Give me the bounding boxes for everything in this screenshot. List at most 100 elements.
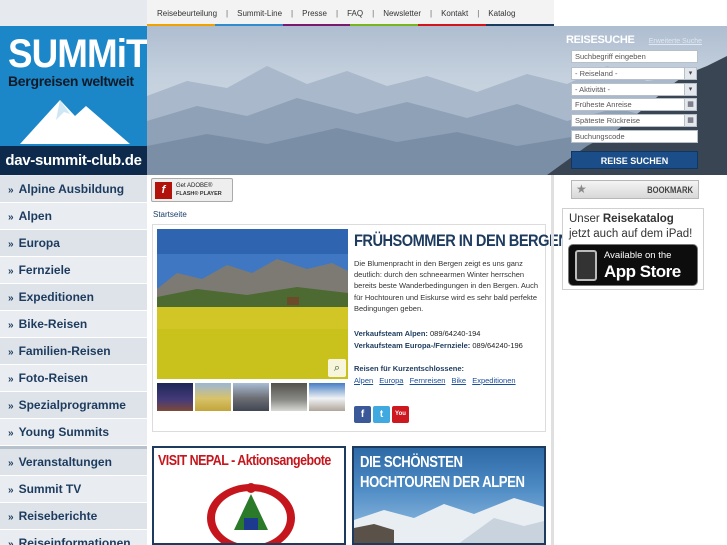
thumbnail-image[interactable] <box>157 383 193 411</box>
facebook-icon[interactable]: f <box>354 406 371 423</box>
link-bike[interactable]: Bike <box>452 376 467 385</box>
latest-return-input[interactable]: Späteste Rückreise <box>571 114 688 127</box>
summit-logo[interactable]: SUMMiT Bergreisen weltweit dav-summit-cl… <box>0 26 147 175</box>
twitter-icon[interactable]: t <box>373 406 390 423</box>
link-fernreisen[interactable]: Fernreisen <box>410 376 446 385</box>
flash-line1: Get ADOBE® <box>176 183 213 189</box>
sidebar-item-bike-reisen[interactable]: » Bike-Reisen <box>0 311 147 338</box>
sidebar-item-foto-reisen[interactable]: » Foto-Reisen <box>0 365 147 392</box>
chevron-right-icon: » <box>8 239 14 250</box>
short-notice-title: Reisen für Kurzentschlossene: <box>354 364 465 373</box>
calendar-icon[interactable]: ▦ <box>684 114 697 127</box>
sales-team-alpen-phone: 089/64240-194 <box>430 329 481 338</box>
sidebar-item-label: Foto-Reisen <box>18 371 88 385</box>
top-nav: Reisebeurteilung | Summit-Line | Presse … <box>147 0 554 26</box>
chevron-right-icon: » <box>8 293 14 304</box>
flash-icon: f <box>155 182 172 199</box>
sidebar-item-expeditionen[interactable]: » Expeditionen <box>0 284 147 311</box>
sidebar-item-label: Reiseinformationen <box>18 536 131 545</box>
sidebar-nav: » Alpine Ausbildung » Alpen » Europa » Fernz… <box>0 176 147 545</box>
link-alpen[interactable]: Alpen <box>354 376 373 385</box>
sidebar-item-fernziele[interactable]: » Fernziele <box>0 257 147 284</box>
sidebar-item-alpine-ausbildung[interactable]: » Alpine Ausbildung <box>0 176 147 203</box>
topnav-separator: | <box>226 8 229 18</box>
column-divider <box>551 175 554 545</box>
sidebar-item-label: Expeditionen <box>18 290 94 304</box>
sales-team-europa: Verkaufsteam Europa-/Fernziele: 089/6424… <box>354 341 523 350</box>
thumbnail-image[interactable] <box>271 383 307 411</box>
earliest-arrival-input[interactable]: Früheste Anreise <box>571 98 688 111</box>
youtube-icon[interactable]: You <box>392 406 409 423</box>
booking-code-input[interactable]: Buchungscode <box>571 130 698 143</box>
nepal-banner-title: VISIT NEPAL - Aktionsangebote <box>158 452 331 469</box>
chevron-right-icon: » <box>8 539 14 545</box>
thumbnail-image[interactable] <box>195 383 231 411</box>
appstore-line2: App Store <box>604 262 681 281</box>
topnav-katalog[interactable]: Katalog <box>488 9 515 18</box>
sidebar-item-young-summits[interactable]: » Young Summits <box>0 419 147 446</box>
advanced-search-link[interactable]: Erweiterte Suche <box>649 38 702 45</box>
alpine-tours-banner[interactable]: DIE SCHÖNSTEN HOCHTOUREN DER ALPEN <box>352 446 546 545</box>
sidebar-item-spezialprogramme[interactable]: » Spezialprogramme <box>0 392 147 419</box>
topnav-reisebeurteilung[interactable]: Reisebeurteilung <box>157 9 217 18</box>
topnav-newsletter[interactable]: Newsletter <box>383 9 421 18</box>
sidebar-item-europa[interactable]: » Europa <box>0 230 147 257</box>
zoom-icon[interactable]: ⌕ <box>328 359 346 377</box>
topnav-separator: | <box>429 8 433 18</box>
topnav-separator: | <box>291 8 294 18</box>
catalog-headline: Unser Reisekatalog <box>569 213 674 225</box>
app-store-badge[interactable]: Available on the App Store <box>568 244 698 286</box>
topnav-kontakt[interactable]: Kontakt <box>441 9 468 18</box>
sidebar-item-familien-reisen[interactable]: » Familien-Reisen <box>0 338 147 365</box>
chevron-right-icon: » <box>8 266 14 277</box>
link-europa[interactable]: Europa <box>379 376 403 385</box>
sidebar-item-label: Alpen <box>18 209 52 223</box>
sidebar-item-summit-tv[interactable]: » Summit TV <box>0 476 147 503</box>
chevron-right-icon: » <box>8 347 14 358</box>
catalog-subline: jetzt auch auf dem iPad! <box>569 228 693 240</box>
topnav-summit-line[interactable]: Summit-Line <box>237 9 282 18</box>
sidebar-item-label: Young Summits <box>18 425 110 439</box>
topnav-faq[interactable]: FAQ <box>347 9 363 18</box>
feature-text: Die Blumenpracht in den Bergen zeigt es … <box>354 259 539 313</box>
logo-tagline: Bergreisen weltweit <box>8 73 134 89</box>
meadow-photo <box>157 229 348 379</box>
sidebar-item-alpen[interactable]: » Alpen <box>0 203 147 230</box>
top-right-area <box>554 0 727 26</box>
chevron-right-icon: » <box>8 401 14 412</box>
sidebar-item-reiseinformationen[interactable]: » Reiseinformationen <box>0 530 147 545</box>
visit-nepal-banner[interactable]: VISIT NEPAL - Aktionsangebote <box>152 446 346 545</box>
logo-domain: dav-summit-club.de <box>0 146 147 175</box>
sidebar-item-label: Familien-Reisen <box>18 344 111 358</box>
thumbnail-image[interactable] <box>233 383 269 411</box>
sidebar-item-veranstaltungen[interactable]: » Veranstaltungen <box>0 449 147 476</box>
bookmark-button[interactable]: ★ BOOKMARK <box>571 180 699 199</box>
chevron-right-icon: » <box>8 458 14 469</box>
left-column: SUMMiT Bergreisen weltweit dav-summit-cl… <box>0 0 147 545</box>
calendar-icon[interactable]: ▦ <box>684 98 697 111</box>
bookmark-label: BOOKMARK <box>647 185 693 195</box>
breadcrumb[interactable]: Startseite <box>153 210 187 219</box>
feature-article: ⌕ FRÜHSOMMER IN DEN BERGEN Die Blumenpra… <box>152 224 569 432</box>
sidebar-item-reiseberichte[interactable]: » Reiseberichte <box>0 503 147 530</box>
appstore-line1: Available on the <box>604 250 672 261</box>
get-flash-player-button[interactable]: f Get ADOBE® FLASH® PLAYER <box>151 178 233 202</box>
link-expeditionen[interactable]: Expeditionen <box>472 376 515 385</box>
thumbnail-image[interactable] <box>309 383 345 411</box>
alpine-glacier-image <box>354 498 544 543</box>
search-trips-button[interactable]: REISE SUCHEN <box>571 151 698 169</box>
feature-title: FRÜHSOMMER IN DEN BERGEN <box>354 231 569 250</box>
sales-team-europa-label: Verkaufsteam Europa-/Fernziele: <box>354 341 471 350</box>
short-notice-links: Alpen Europa Fernreisen Bike Expeditione… <box>354 376 520 385</box>
topnav-separator: | <box>372 8 375 18</box>
chevron-down-icon[interactable]: ▾ <box>684 83 697 96</box>
activity-select[interactable]: - Aktivität - <box>571 83 688 96</box>
country-select[interactable]: - Reiseland - <box>571 67 688 80</box>
chevron-down-icon[interactable]: ▾ <box>684 67 697 80</box>
chevron-right-icon: » <box>8 212 14 223</box>
search-keyword-input[interactable]: Suchbegriff eingeben <box>571 50 698 63</box>
nepal-emblem-icon <box>207 483 295 543</box>
topnav-presse[interactable]: Presse <box>302 9 327 18</box>
flower-meadow-image[interactable] <box>157 229 348 379</box>
catalog-bold: Reisekatalog <box>602 213 674 225</box>
